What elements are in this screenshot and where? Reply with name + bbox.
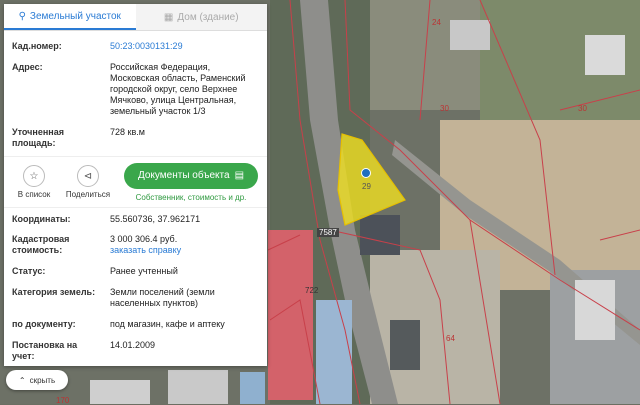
status-row: Статус: Ранее учтенный: [4, 266, 267, 277]
status-value: Ранее учтенный: [110, 266, 178, 276]
permitted-use-label: по документу:: [12, 319, 76, 329]
map-label-722: 722: [305, 286, 319, 295]
document-icon: ▤: [234, 170, 245, 181]
documents-block: Документы объекта ▤ Собственник, стоимос…: [124, 162, 258, 202]
cadastral-number-value[interactable]: 50:23:0030131:29: [110, 41, 259, 52]
map-label-30-right: 30: [578, 104, 587, 113]
tab-building[interactable]: ▦ Дом (здание): [135, 4, 267, 30]
building-icon: ▦: [163, 11, 174, 23]
tab-land-plot-label: Земельный участок: [29, 10, 121, 22]
cadastral-number-row: Кад.номер: 50:23:0030131:29: [4, 41, 267, 52]
cadastral-cost-value-block: 3 000 306.4 руб. заказать справку: [110, 234, 259, 256]
add-to-list-label: В список: [17, 190, 51, 199]
land-category-label: Категория земель:: [12, 287, 96, 297]
registration-date-row: Постановка на учет: 14.01.2009: [4, 340, 267, 362]
coordinates-row: Координаты: 55.560736, 37.962171: [4, 214, 267, 225]
permitted-use-row: по документу: под магазин, кафе и аптеку: [4, 319, 267, 330]
cadastral-cost-row: Кадастровая стоимость: 3 000 306.4 руб. …: [4, 234, 267, 256]
star-icon: ☆: [23, 165, 45, 187]
hide-panel-label: скрыть: [29, 375, 56, 385]
parcel-info-panel: ⚲ Земельный участок ▦ Дом (здание) Кад.н…: [4, 4, 267, 366]
registration-date-value: 14.01.2009: [110, 340, 156, 350]
coordinates-value: 55.560736, 37.962171: [110, 214, 201, 224]
area-row: Уточненная площадь: 728 кв.м: [4, 127, 267, 149]
cadastral-number-label: Кад.номер:: [12, 41, 62, 51]
address-label: Адрес:: [12, 62, 43, 72]
status-label: Статус:: [12, 266, 46, 276]
address-value: Российская Федерация, Московская область…: [110, 62, 246, 116]
tab-building-label: Дом (здание): [177, 11, 239, 23]
action-bar: ☆ В список ⊲ Поделиться Документы объект…: [4, 156, 267, 208]
map-label-64: 64: [446, 334, 455, 343]
map-label-7587: 7587: [317, 228, 339, 237]
documents-button-label: Документы объекта: [137, 170, 230, 181]
land-category-value: Земли поселений (земли населенных пункто…: [110, 287, 215, 308]
registration-date-label: Постановка на учет:: [12, 340, 78, 361]
panel-tabs: ⚲ Земельный участок ▦ Дом (здание): [4, 4, 267, 31]
add-to-list-button[interactable]: ☆ В список: [10, 165, 58, 199]
share-button[interactable]: ⊲ Поделиться: [64, 165, 112, 199]
order-certificate-link[interactable]: заказать справку: [110, 245, 181, 255]
share-icon: ⊲: [77, 165, 99, 187]
tab-land-plot[interactable]: ⚲ Земельный участок: [4, 4, 136, 30]
area-value: 728 кв.м: [110, 127, 145, 137]
location-pin-icon: ⚲: [18, 10, 26, 22]
cadastral-cost-label: Кадастровая стоимость:: [12, 234, 70, 255]
map-label-30-left: 30: [440, 104, 449, 113]
parcel-number-label: 29: [362, 182, 371, 191]
documents-subtitle: Собственник, стоимость и др.: [135, 192, 247, 202]
coordinates-label: Координаты:: [12, 214, 71, 224]
cadastral-cost-value: 3 000 306.4 руб.: [110, 234, 178, 244]
documents-button[interactable]: Документы объекта ▤: [124, 162, 258, 189]
area-label: Уточненная площадь:: [12, 127, 64, 148]
map-label-24: 24: [432, 18, 441, 27]
chevron-up-icon: ⌃: [18, 375, 26, 385]
share-label: Поделиться: [65, 190, 111, 199]
land-category-row: Категория земель: Земли поселений (земли…: [4, 287, 267, 309]
permitted-use-value: под магазин, кафе и аптеку: [110, 319, 225, 329]
hide-panel-button[interactable]: ⌃ скрыть: [6, 370, 68, 390]
address-row: Адрес: Российская Федерация, Московская …: [4, 62, 267, 117]
